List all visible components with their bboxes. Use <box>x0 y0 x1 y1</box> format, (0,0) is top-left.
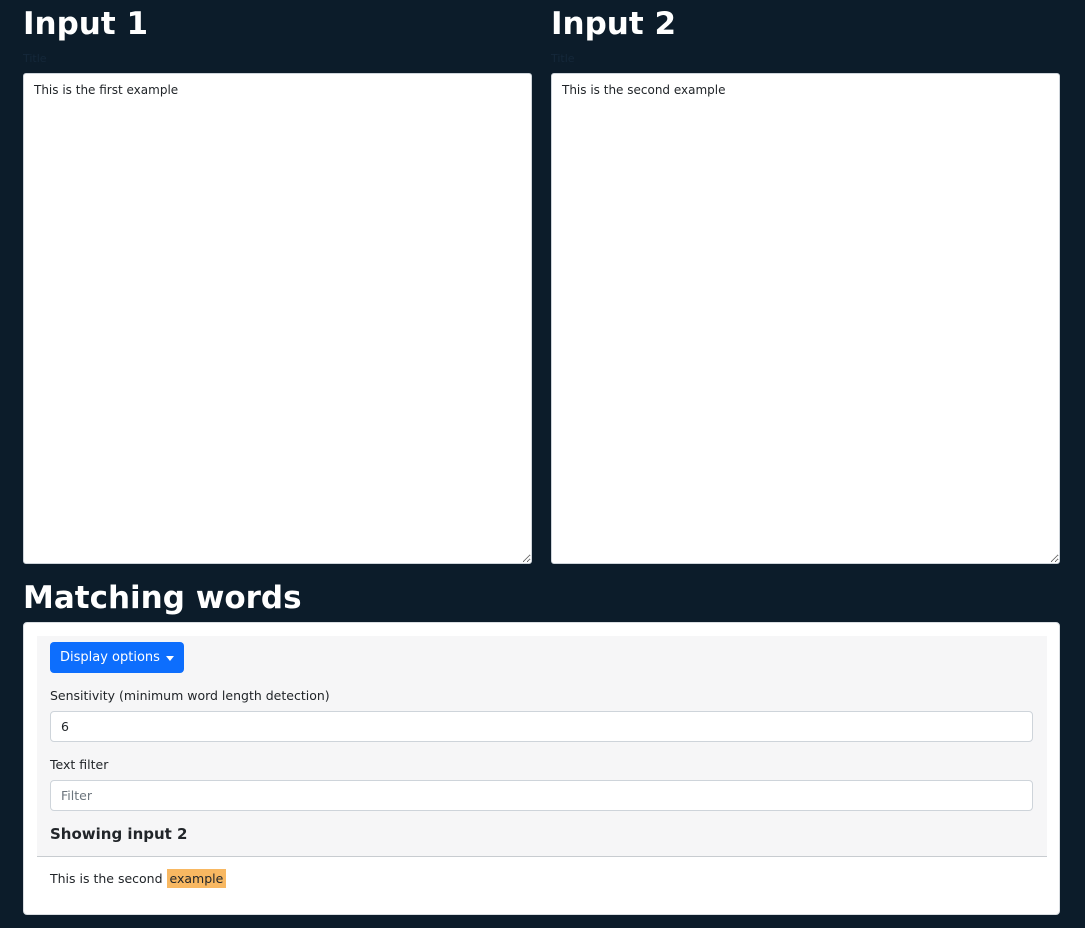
sensitivity-input[interactable] <box>50 711 1033 742</box>
sensitivity-label: Sensitivity (minimum word length detecti… <box>50 688 330 703</box>
text-filter-label: Text filter <box>50 757 109 772</box>
text-filter-input[interactable] <box>50 780 1033 811</box>
display-options-button[interactable]: Display options <box>50 642 184 673</box>
input-1-title-label: Title <box>23 52 47 65</box>
input-2-column: Input 2 Title This is the second example <box>551 0 1060 564</box>
input-2-title-label: Title <box>551 52 575 65</box>
showing-input-heading: Showing input 2 <box>50 825 188 843</box>
input-1-textarea[interactable]: This is the first example <box>23 73 532 564</box>
matching-words-card: Display options Sensitivity (minimum wor… <box>23 622 1060 915</box>
result-prefix: This is the second <box>50 871 167 886</box>
input-2-heading: Input 2 <box>551 6 677 42</box>
input-1-column: Input 1 Title This is the first example <box>23 0 532 564</box>
caret-down-icon <box>165 655 174 661</box>
display-options-label: Display options <box>60 650 160 665</box>
display-options-panel: Display options Sensitivity (minimum wor… <box>37 636 1047 857</box>
matching-words-heading: Matching words <box>23 580 302 616</box>
input-1-heading: Input 1 <box>23 6 149 42</box>
input-2-textarea[interactable]: This is the second example <box>551 73 1060 564</box>
matched-result-text: This is the second example <box>50 869 227 889</box>
highlighted-word: example <box>166 869 227 888</box>
inputs-row: Input 1 Title This is the first example … <box>23 0 1060 570</box>
